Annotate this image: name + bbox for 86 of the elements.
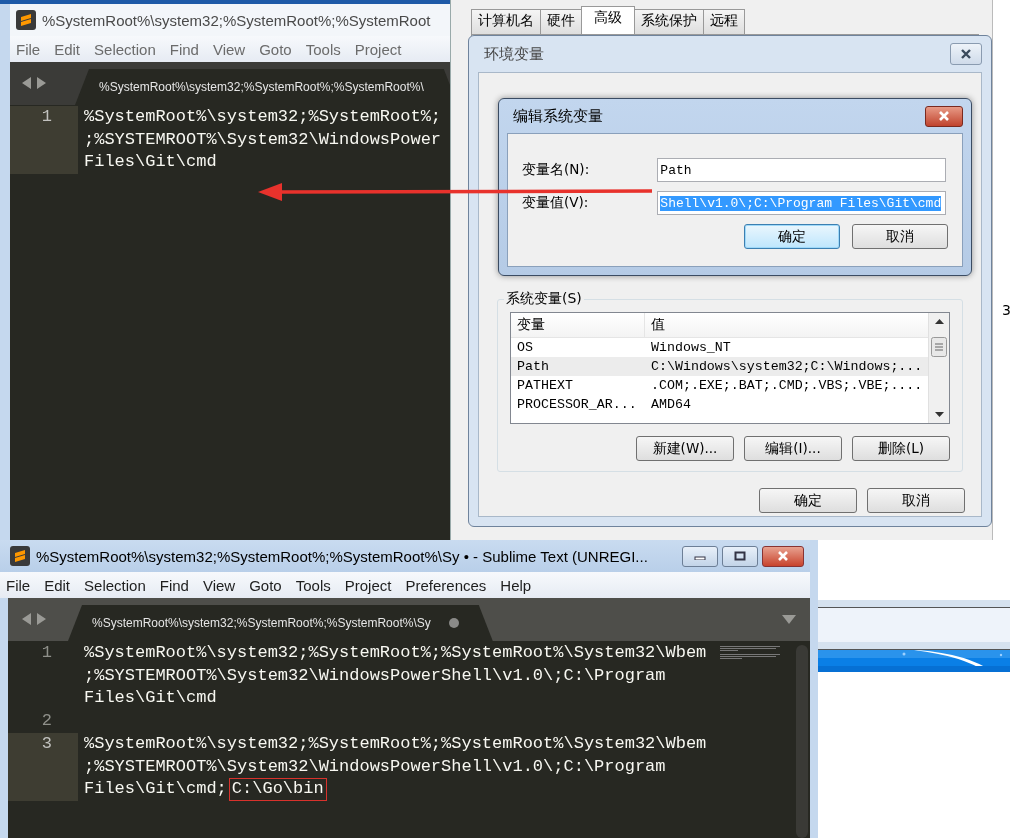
menu-item[interactable]: File [16, 40, 41, 58]
tab[interactable]: 远程 [703, 9, 745, 34]
field-value: Path [660, 162, 692, 178]
list-row[interactable]: PROCESSOR_AR... AMD64 [511, 395, 928, 414]
menu-item[interactable]: Edit [54, 40, 81, 58]
code-line: Files\Git\cmd [84, 687, 218, 710]
close-button[interactable] [925, 105, 963, 127]
list-row[interactable]: Path C:\Windows\system32;C:\Windows;... [511, 357, 928, 376]
dropdown-icon[interactable] [782, 615, 796, 624]
menu-item[interactable]: Goto [259, 40, 292, 58]
list-row[interactable]: OS Windows_NT [511, 338, 928, 357]
app-icon [16, 10, 36, 30]
code-line: %SystemRoot%\system32;%SystemRoot%; [84, 106, 442, 128]
close-button[interactable] [950, 43, 982, 65]
menu-item[interactable]: Find [159, 576, 189, 594]
menu-item[interactable]: View [202, 576, 236, 594]
close-button[interactable] [762, 545, 804, 567]
field-label: 变量值(V): [522, 194, 590, 212]
file-tab[interactable]: %SystemRoot%\system32;%SystemRoot%;%SystemRoot%\Sy [68, 605, 493, 641]
close-icon [938, 110, 950, 122]
button[interactable]: 编辑(I)... [744, 436, 842, 461]
text: 3 [1002, 302, 1010, 318]
line-number: 2 [41, 710, 52, 733]
table-cell-text: PROCESSOR_AR... [516, 397, 638, 412]
scrollbar-thumb[interactable] [931, 337, 947, 358]
column-header[interactable]: 值 [645, 316, 665, 334]
menu-item[interactable]: Help [500, 576, 532, 594]
nav-arrows-icon[interactable] [22, 77, 46, 89]
code-line: %SystemRoot%\system32;%SystemRoot%;%SystemRoot%\System32\Wbem [84, 642, 707, 664]
button[interactable]: 删除(L) [852, 436, 950, 461]
table-cell-text: Path [516, 359, 550, 374]
code-line: ;%SYSTEMROOT%\System32\WindowsPower [84, 128, 442, 151]
input-field[interactable]: Path [657, 158, 946, 182]
line-number: 1 [41, 106, 52, 128]
code-line: %SystemRoot%\system32;%SystemRoot%;%SystemRoot%\System32\Wbem [84, 732, 707, 755]
code-line: ;%SYSTEMROOT%\System32\WindowsPowerShell\v1.0\;C:\Program [84, 664, 667, 687]
code-line: Files\Git\cmd; [84, 778, 227, 801]
tab[interactable]: 系统保护 [634, 9, 704, 34]
maximize-icon [734, 551, 746, 561]
maximize-button[interactable] [722, 545, 758, 567]
close-icon [960, 48, 972, 60]
highlighted-text: C:\Go\bin [228, 778, 327, 801]
menu-item[interactable]: Preferences [405, 576, 487, 594]
app-icon [10, 546, 30, 566]
tab[interactable]: 硬件 [540, 9, 582, 34]
menu-item[interactable]: View [212, 40, 246, 58]
button[interactable]: 确定 [744, 224, 840, 249]
table-cell-text: PATHEXT [516, 378, 574, 393]
menu-item[interactable]: Project [354, 40, 402, 58]
button[interactable]: 新建(W)... [636, 436, 734, 461]
menu-item[interactable]: Edit [44, 576, 71, 594]
scroll-up-icon[interactable] [934, 319, 944, 324]
group-label: 系统变量(S) [504, 290, 584, 308]
table-cell-text: Windows_NT [650, 340, 731, 355]
menu-item[interactable]: File [6, 576, 31, 594]
table-cell-text: C:\Windows\system32;C:\Windows;... [650, 359, 923, 374]
menu-item[interactable]: Find [169, 40, 199, 58]
nav-arrows-icon[interactable] [22, 613, 46, 625]
list-row[interactable]: PATHEXT .COM;.EXE;.BAT;.CMD;.VBS;.VBE;.... [511, 376, 928, 395]
button[interactable]: 确定 [759, 488, 857, 513]
menu-item[interactable]: Tools [295, 576, 331, 594]
line-number: 1 [41, 642, 52, 664]
menu-item[interactable]: Goto [249, 576, 282, 594]
window-title: %SystemRoot%\system32;%SystemRoot%;%SystemRoot [42, 11, 432, 29]
menu-item[interactable]: Selection [84, 576, 146, 594]
table-cell-text: OS [516, 340, 534, 355]
dialog-title: 环境变量 [483, 44, 544, 64]
menu-item[interactable]: Tools [305, 40, 341, 58]
table-cell-text: AMD64 [650, 397, 691, 412]
menu-item[interactable]: Project [344, 576, 392, 594]
scroll-down-icon[interactable] [934, 412, 944, 417]
minimize-button[interactable] [682, 545, 718, 567]
line-number: 3 [41, 732, 52, 755]
column-header[interactable]: 变量 [511, 316, 545, 334]
window-title: %SystemRoot%\system32;%SystemRoot%;%SystemRoot%\Sy • - Sublime Text (UNREGI... [36, 547, 649, 565]
tab[interactable]: 高级 [581, 6, 635, 34]
menu-item[interactable]: Selection [94, 40, 156, 58]
table-cell-text: .COM;.EXE;.BAT;.CMD;.VBS;.VBE;.... [650, 378, 923, 393]
field-label: 变量名(N): [522, 161, 591, 179]
tab[interactable]: 计算机名 [471, 9, 541, 34]
close-icon [777, 550, 789, 562]
button[interactable]: 取消 [852, 224, 948, 249]
code-line: ;%SYSTEMROOT%\System32\WindowsPowerShell\v1.0\;C:\Program [84, 755, 667, 778]
dialog-title: 编辑系统变量 [512, 106, 603, 126]
button[interactable]: 取消 [867, 488, 965, 513]
code-line: Files\Git\cmd [84, 151, 218, 174]
